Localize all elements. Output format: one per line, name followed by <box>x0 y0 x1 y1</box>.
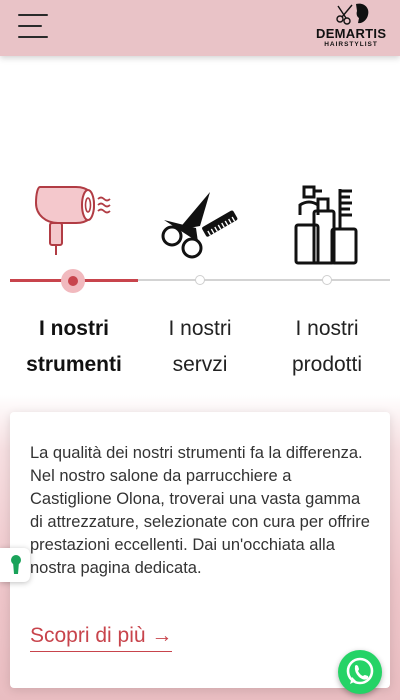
tab-servizi[interactable]: I nostri servzi <box>136 311 264 383</box>
keyhole-icon <box>11 555 21 574</box>
tab-servizi-line1: I nostri <box>168 317 232 340</box>
tab-strumenti-line1: I nostri <box>38 317 109 340</box>
card-description: La qualità dei nostri strumenti fa la di… <box>30 444 370 577</box>
tab-servizi-line2: servzi <box>172 353 228 376</box>
scissors-comb-icon[interactable] <box>158 190 244 262</box>
hamburger-icon[interactable] <box>18 14 54 40</box>
whatsapp-icon <box>346 657 374 685</box>
brand-subtitle: HAIRSTYLIST <box>324 41 378 48</box>
accessibility-button[interactable] <box>0 548 30 582</box>
tab-strumenti-line2: strumenti <box>26 353 122 376</box>
hair-dryer-icon[interactable] <box>30 183 114 258</box>
tab-prodotti[interactable]: I nostri prodotti <box>263 311 391 383</box>
tab-prodotti-line1: I nostri <box>295 317 359 340</box>
bottles-icon[interactable] <box>292 185 364 267</box>
brand-name: DEMARTIS <box>316 26 387 41</box>
tab-strumenti[interactable]: I nostri strumenti <box>10 311 138 383</box>
tab-dot-active[interactable] <box>61 269 85 293</box>
whatsapp-button[interactable] <box>338 650 382 694</box>
brand-logo[interactable]: DEMARTIS HAIRSTYLIST <box>316 2 386 52</box>
discover-more-link[interactable]: Scopri di più → <box>30 624 173 652</box>
tab-dot-prodotti[interactable] <box>322 275 332 285</box>
site-header: DEMARTIS HAIRSTYLIST <box>0 0 400 56</box>
tab-prodotti-line2: prodotti <box>291 353 363 376</box>
tab-dot-servizi[interactable] <box>195 275 205 285</box>
logo-mark-icon <box>336 3 369 25</box>
description-card: La qualità dei nostri strumenti fa la di… <box>10 412 390 688</box>
